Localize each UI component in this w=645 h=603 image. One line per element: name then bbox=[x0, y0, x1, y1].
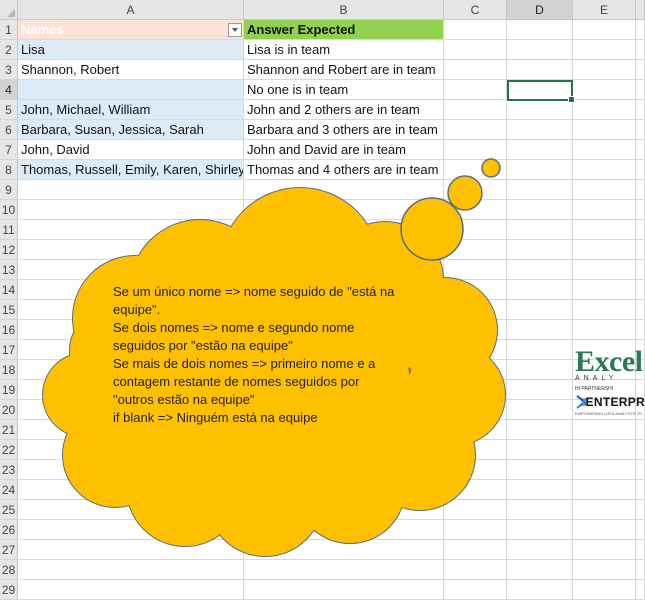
logo-tagline-text: EMPOWERING DATA ANALYSTS TO bbox=[575, 411, 643, 416]
callout-line: if blank => Ninguém está na equipe bbox=[113, 410, 318, 425]
callout-line: Se dois nomes => nome e segundo nome seg… bbox=[113, 320, 355, 353]
dna-icon bbox=[576, 395, 586, 409]
callout-line: Se mais de dois nomes => primeiro nome e… bbox=[113, 356, 376, 407]
brand-logo: Excel ANALY IN PARTNERSHI ENTERPR EMPOWE… bbox=[575, 346, 645, 422]
logo-brand-text: Excel bbox=[575, 346, 643, 378]
logo-partner-text: IN PARTNERSHI bbox=[575, 386, 614, 392]
callout-text: Se um único nome => nome seguido de "est… bbox=[113, 283, 403, 427]
callout-line: Se um único nome => nome seguido de "est… bbox=[113, 284, 395, 317]
logo-enterprise-text: ENTERPR bbox=[585, 395, 645, 409]
spreadsheet[interactable]: A B C D E 1 2 3 4 5 6 7 8 9 10 11 12 13 14 15 16 17 18 19 2… bbox=[0, 0, 645, 603]
